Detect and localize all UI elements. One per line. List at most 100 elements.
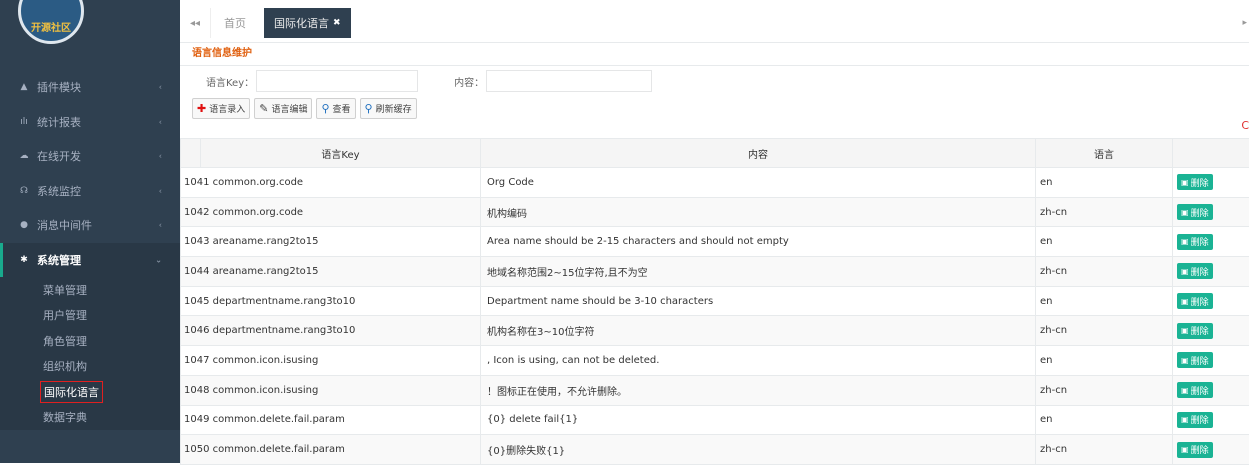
row-lang: zh-cn	[1040, 266, 1067, 277]
trash-icon: ▣	[1181, 415, 1189, 424]
sidebar-item-plugin[interactable]: ▲ 插件模块 ‹	[0, 70, 180, 105]
delete-button[interactable]: ▣删除	[1177, 263, 1213, 279]
table-row[interactable]: 1048 common.icon.isusing！图标正在使用，不允许删除。zh…	[181, 375, 1249, 405]
row-id: 1050	[184, 444, 209, 455]
key-search-input[interactable]	[256, 70, 418, 92]
button-label: 语言编辑	[271, 102, 307, 115]
delete-button[interactable]: ▣删除	[1177, 204, 1213, 220]
delete-label: 删除	[1191, 176, 1209, 189]
table-row[interactable]: 1046 departmentname.rang3to10机构名称在3~10位字…	[181, 316, 1249, 346]
sidebar-item-monitor[interactable]: ☊ 系统监控 ‹	[0, 174, 180, 209]
trash-icon: ▣	[1181, 356, 1189, 365]
row-key: areaname.rang2to15	[213, 266, 319, 277]
row-id: 1042	[184, 207, 209, 218]
row-key: common.org.code	[213, 207, 303, 218]
refresh-icon[interactable]: C	[1241, 119, 1249, 132]
sidebar-item-message[interactable]: ● 消息中间件 ‹	[0, 208, 180, 243]
row-lang: zh-cn	[1040, 207, 1067, 218]
delete-button[interactable]: ▣删除	[1177, 323, 1213, 339]
close-icon[interactable]: ✖	[333, 18, 341, 28]
chart-icon: ılı	[18, 116, 30, 128]
tab-i18n[interactable]: 国际化语言 ✖	[264, 8, 351, 38]
main-content: 语言信息维护 语言Key： 内容： ✚ 语言录入 ✎ 语言编辑 ⚲ 查看 ⚲ 刷…	[180, 43, 1249, 463]
table-row[interactable]: 1050 common.delete.fail.param{0}删除失败{1}z…	[181, 435, 1249, 465]
delete-label: 删除	[1191, 235, 1209, 248]
button-label: 查看	[333, 102, 351, 115]
content-field-label: 内容：	[454, 74, 484, 89]
add-language-button[interactable]: ✚ 语言录入	[192, 98, 250, 119]
edit-language-button[interactable]: ✎ 语言编辑	[254, 98, 312, 119]
sidebar-item-online-dev[interactable]: ☁ 在线开发 ‹	[0, 139, 180, 174]
chevron-left-icon: ‹	[159, 152, 162, 161]
row-content: {0}删除失败{1}	[487, 446, 565, 457]
refresh-cache-button[interactable]: ⚲ 刷新缓存	[360, 98, 417, 119]
delete-button[interactable]: ▣删除	[1177, 412, 1213, 428]
view-button[interactable]: ⚲ 查看	[316, 98, 355, 119]
search-form: 语言Key： 内容：	[180, 66, 1249, 96]
tab-bar: ◂◂ 首页 国际化语言 ✖ ▸	[180, 0, 1249, 43]
key-field-label: 语言Key：	[206, 74, 254, 89]
table-row[interactable]: 1043 areaname.rang2to15Area name should …	[181, 227, 1249, 257]
row-key: common.delete.fail.param	[213, 444, 345, 455]
row-id: 1044	[184, 266, 209, 277]
table-header-key[interactable]: 语言Key	[201, 139, 481, 168]
sidebar: 开源社区 ▲ 插件模块 ‹ ılı 统计报表 ‹ ☁ 在线开发 ‹ ☊ 系统监控…	[0, 0, 180, 463]
sidebar-subitem-user[interactable]: 用户管理	[0, 303, 180, 329]
gear-icon: ✱	[18, 254, 30, 266]
sidebar-submenu: 菜单管理 用户管理 角色管理 组织机构 国际化语言 数据字典	[0, 277, 180, 430]
tab-label: 国际化语言	[274, 15, 329, 31]
row-key: departmentname.rang3to10	[213, 325, 356, 336]
sidebar-subitem-dict[interactable]: 数据字典	[0, 405, 180, 431]
sidebar-subitem-org[interactable]: 组织机构	[0, 354, 180, 380]
button-label: 刷新缓存	[376, 102, 412, 115]
delete-button[interactable]: ▣删除	[1177, 293, 1213, 309]
search-icon: ⚲	[365, 102, 373, 115]
row-content: ！图标正在使用，不允许删除。	[487, 387, 627, 398]
row-id: 1048	[184, 385, 209, 396]
table-row[interactable]: 1041 common.org.codeOrg Codeen▣删除	[181, 168, 1249, 198]
sidebar-item-system[interactable]: ✱ 系统管理 ⌄	[0, 243, 180, 278]
delete-button[interactable]: ▣删除	[1177, 174, 1213, 190]
row-content: Area name should be 2-15 characters and …	[487, 236, 789, 247]
table-row[interactable]: 1044 areaname.rang2to15地域名称范围2~15位字符,且不为…	[181, 257, 1249, 287]
delete-button[interactable]: ▣删除	[1177, 234, 1213, 250]
button-label: 语言录入	[209, 102, 245, 115]
table-header-content[interactable]: 内容	[481, 139, 1036, 168]
table-row[interactable]: 1042 common.org.code机构编码zh-cn▣删除	[181, 197, 1249, 227]
toolbar: ✚ 语言录入 ✎ 语言编辑 ⚲ 查看 ⚲ 刷新缓存	[180, 96, 1249, 120]
chevron-left-icon: ‹	[159, 83, 162, 92]
table-header-lang[interactable]: 语言	[1036, 139, 1173, 168]
sidebar-subitem-role[interactable]: 角色管理	[0, 328, 180, 354]
row-id: 1049	[184, 414, 209, 425]
sidebar-subitem-i18n[interactable]: 国际化语言	[0, 379, 180, 405]
table-row[interactable]: 1049 common.delete.fail.param{0} delete …	[181, 405, 1249, 435]
monitor-icon: ☊	[18, 185, 30, 197]
sidebar-subitem-label: 国际化语言	[40, 381, 103, 403]
sidebar-item-label: 系统监控	[37, 183, 81, 199]
row-key: common.delete.fail.param	[213, 414, 345, 425]
message-icon: ●	[18, 219, 30, 231]
content-search-input[interactable]	[486, 70, 652, 92]
row-lang: zh-cn	[1040, 385, 1067, 396]
sidebar-subitem-menu[interactable]: 菜单管理	[0, 277, 180, 303]
sidebar-item-stats[interactable]: ılı 统计报表 ‹	[0, 105, 180, 140]
table-row[interactable]: 1047 common.icon.isusing, Icon is using,…	[181, 346, 1249, 376]
delete-button[interactable]: ▣删除	[1177, 442, 1213, 458]
tab-home[interactable]: 首页	[224, 8, 246, 38]
trash-icon: ▣	[1181, 386, 1189, 395]
row-id: 1041	[184, 177, 209, 188]
sidebar-item-label: 在线开发	[37, 148, 81, 164]
row-content: Org Code	[487, 177, 534, 188]
row-key: common.icon.isusing	[213, 355, 319, 366]
delete-label: 删除	[1191, 295, 1209, 308]
row-lang: zh-cn	[1040, 325, 1067, 336]
tab-scroll-forward-icon[interactable]: ▸	[1242, 18, 1247, 28]
tab-scroll-back-button[interactable]: ◂◂	[180, 8, 211, 38]
table-row[interactable]: 1045 departmentname.rang3to10Department …	[181, 286, 1249, 316]
delete-button[interactable]: ▣删除	[1177, 382, 1213, 398]
trash-icon: ▣	[1181, 297, 1189, 306]
row-key: departmentname.rang3to10	[213, 296, 356, 307]
sidebar-subitem-label: 用户管理	[40, 305, 90, 325]
sidebar-item-label: 消息中间件	[37, 217, 92, 233]
delete-button[interactable]: ▣删除	[1177, 352, 1213, 368]
